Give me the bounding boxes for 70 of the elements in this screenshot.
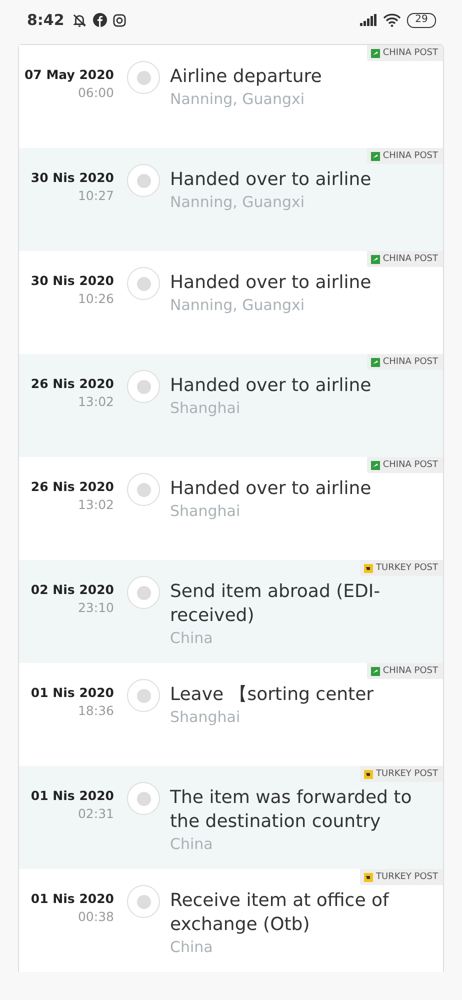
battery-indicator: 29 — [407, 12, 436, 28]
timeline-dot-icon — [127, 61, 160, 94]
instagram-icon — [113, 14, 126, 26]
event-title: Send item abroad (EDI-received) — [170, 580, 382, 628]
timeline-dot-icon — [127, 885, 160, 918]
carrier-name: CHINA POST — [382, 151, 438, 161]
status-time: 8:42 — [27, 11, 64, 29]
event-time: 10:26 — [78, 291, 114, 306]
event-date: 26 Nis 2020 — [30, 376, 114, 391]
event-time: 23:10 — [78, 600, 114, 615]
muted-bell-icon — [72, 12, 88, 28]
event-location: Shanghai — [170, 708, 242, 726]
event-location: Nanning, Guangxi — [170, 193, 306, 211]
carrier-name: CHINA POST — [382, 460, 438, 470]
event-location: Shanghai — [170, 399, 242, 417]
event-location: Shanghai — [170, 502, 242, 520]
carrier-logo-icon — [370, 460, 380, 470]
event-title: Handed over to airline — [170, 477, 372, 501]
event-title: The item was forwarded to the destination country — [170, 786, 413, 834]
event-date: 01 Nis 2020 — [30, 788, 114, 803]
carrier-logo-icon — [370, 358, 380, 366]
event-time: 00:38 — [78, 909, 114, 924]
carrier-name: CHINA POST — [382, 666, 438, 676]
event-location: Nanning, Guangxi — [170, 296, 306, 314]
carrier-logo-icon — [370, 254, 380, 264]
event-location: China — [170, 938, 214, 956]
carrier-name: TURKEY POST — [376, 872, 438, 882]
event-time: 02:31 — [78, 806, 114, 821]
wifi-icon — [383, 13, 401, 27]
timeline-dot-icon — [127, 164, 160, 197]
timeline-dot-icon — [127, 782, 160, 815]
event-title: Handed over to airline — [170, 374, 372, 398]
event-title: Handed over to airline — [170, 168, 372, 192]
event-time: 06:00 — [78, 85, 114, 100]
event-location: China — [170, 835, 214, 853]
facebook-icon — [93, 13, 108, 27]
carrier-name: CHINA POST — [382, 357, 438, 367]
event-date: 30 Nis 2020 — [30, 170, 114, 185]
carrier-logo-icon — [370, 666, 380, 676]
event-time: 13:02 — [78, 497, 114, 512]
timeline-dot-icon — [127, 576, 160, 609]
timeline-dot-icon — [127, 679, 160, 712]
event-location: China — [170, 629, 214, 647]
event-date: 07 May 2020 — [24, 67, 114, 82]
event-title: Airline departure — [170, 65, 323, 89]
event-date: 02 Nis 2020 — [30, 582, 114, 597]
timeline-dot-icon — [127, 267, 160, 300]
event-title: Leave 【sorting center — [170, 683, 375, 707]
carrier-name: TURKEY POST — [376, 769, 438, 779]
carrier-logo-icon — [370, 48, 380, 58]
event-location: Nanning, Guangxi — [170, 90, 306, 108]
event-date: 01 Nis 2020 — [30, 685, 114, 700]
carrier-logo-icon — [364, 564, 373, 572]
timeline-dot-icon — [127, 473, 160, 506]
event-date: 01 Nis 2020 — [30, 891, 114, 906]
carrier-logo-icon — [364, 872, 373, 882]
carrier-logo-icon — [364, 770, 373, 778]
event-title: Handed over to airline — [170, 271, 372, 295]
event-title: Receive item at office of exchange (Otb) — [170, 889, 390, 937]
carrier-logo-icon — [370, 152, 380, 160]
event-time: 18:36 — [78, 703, 114, 718]
event-date: 30 Nis 2020 — [30, 273, 114, 288]
event-time: 10:27 — [78, 188, 114, 203]
carrier-name: TURKEY POST — [376, 563, 438, 573]
timeline-dot-icon — [127, 370, 160, 403]
signal-icon — [360, 14, 377, 26]
carrier-name: CHINA POST — [382, 254, 438, 264]
event-date: 26 Nis 2020 — [30, 479, 114, 494]
event-time: 13:02 — [78, 394, 114, 409]
carrier-name: CHINA POST — [382, 48, 438, 58]
